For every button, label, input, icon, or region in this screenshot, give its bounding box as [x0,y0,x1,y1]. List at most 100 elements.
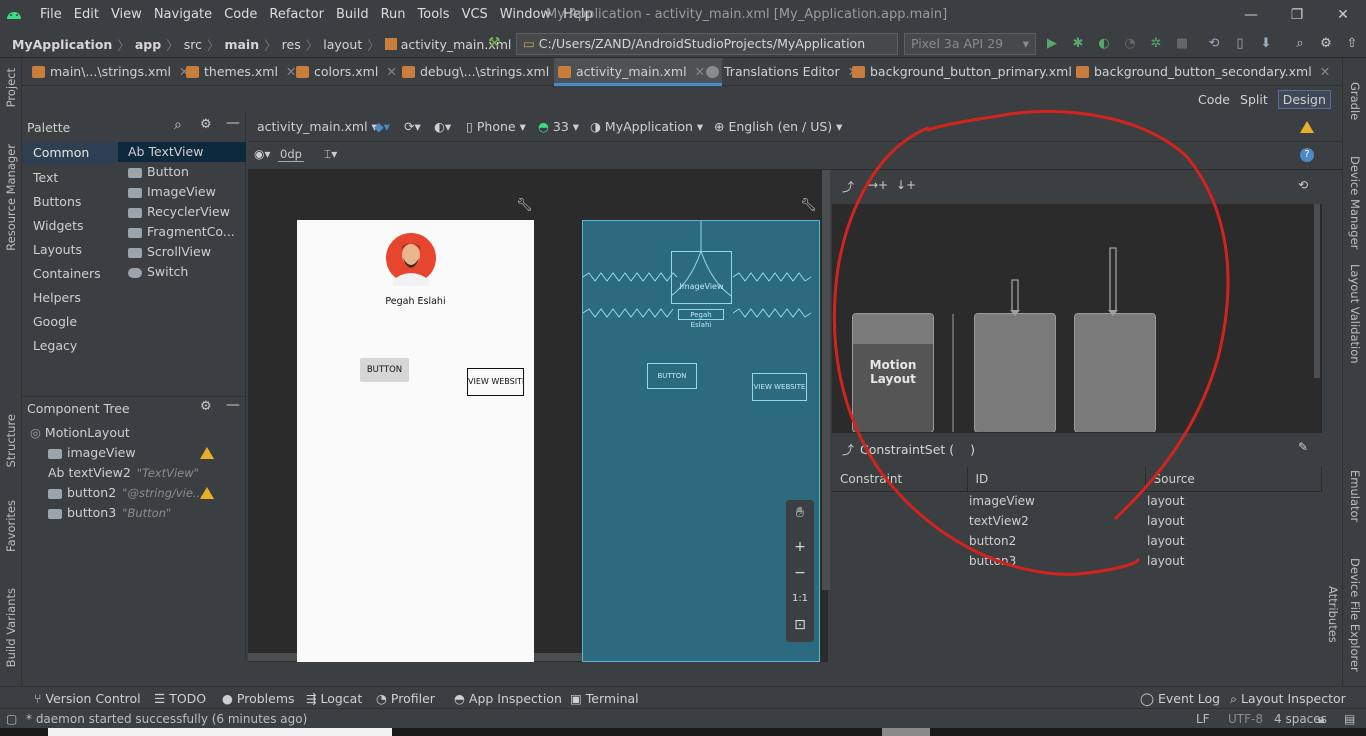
minimize-icon[interactable]: — [1228,0,1274,30]
theme-select[interactable]: ◑ MyApplication ▾ [590,119,703,134]
column-header-source[interactable]: Source [1145,467,1322,492]
palette-category-containers[interactable]: Containers [33,266,101,281]
run-icon[interactable]: ▶ [1042,34,1062,54]
api-level-select[interactable]: ◓ 33 ▾ [538,119,579,134]
menu-vcs[interactable]: VCS [456,0,494,30]
create-transition-icon[interactable]: →+ [868,178,888,192]
default-margin-input[interactable]: 0dp [278,147,304,162]
design-surface-icon[interactable]: ◆▾ [374,119,390,134]
tab-themes[interactable]: themes.xml ✕ [182,58,296,86]
zoom-to-fit-icon[interactable]: ⊡ [786,612,814,638]
avatar[interactable] [386,228,436,286]
favorites-tool-tab[interactable]: Favorites [4,500,18,552]
palette-category-common[interactable]: Common [22,142,118,164]
tree-item-imageview[interactable]: imageView [48,445,136,460]
blueprint-view-website[interactable]: VIEW WEBSITE [752,373,807,401]
event-log-tool-button[interactable]: ◯ Event Log [1140,691,1220,706]
tab-colors[interactable]: colors.xml ✕ [292,58,397,86]
menu-file[interactable]: File [34,0,68,30]
menu-edit[interactable]: Edit [68,0,105,30]
guidelines-icon[interactable]: ⌶▾ [324,147,337,162]
app-inspection-tool-button[interactable]: ◓ App Inspection [454,691,562,706]
palette-category-text[interactable]: Text [33,170,58,185]
create-click-handler-icon[interactable]: ↓+ [896,178,916,192]
palette-category-legacy[interactable]: Legacy [33,338,77,353]
close-window-icon[interactable]: ✕ [1320,0,1366,30]
lock-icon[interactable]: 🔒︎ [1318,712,1324,727]
problems-tool-button[interactable]: ● Problems [222,691,295,706]
palette-category-helpers[interactable]: Helpers [33,290,81,305]
toggle-tool-windows-icon[interactable]: ▢ [6,712,17,726]
debug-icon[interactable]: ✱ [1068,34,1088,54]
layout-file-select[interactable]: activity_main.xml ▾ [257,119,378,134]
zoom-in-button[interactable]: + [786,534,814,560]
crumb-main[interactable]: main [224,37,259,52]
tree-item-motionlayout[interactable]: ◎ MotionLayout [30,425,130,440]
column-header-constraint[interactable]: Constraint [832,467,968,492]
palette-item-textview[interactable]: Ab TextView [118,142,246,162]
warning-icon[interactable] [200,487,214,499]
menu-view[interactable]: View [105,0,148,30]
table-row[interactable]: button2 layout [832,531,1322,551]
palette-item-fragmentcontainer[interactable]: FragmentCo... [128,224,235,239]
build-variants-tool-tab[interactable]: Build Variants [4,588,18,667]
menu-tools[interactable]: Tools [412,0,456,30]
orientation-icon[interactable]: ⟳▾ [404,119,421,134]
crumb-res[interactable]: res [282,37,301,52]
tree-item-button3[interactable]: button3 "Button" [48,505,171,520]
todo-tool-button[interactable]: ☰ TODO [154,691,206,706]
preview-button[interactable]: BUTTON [360,358,409,382]
vertical-scrollbar[interactable] [822,170,830,590]
table-row[interactable]: imageView layout [832,491,1322,511]
wrench-icon[interactable]: 🔧︎ [800,198,817,213]
attributes-panel-tab[interactable]: Attributes [1326,586,1340,643]
menu-build[interactable]: Build [330,0,375,30]
constraintset-end-card[interactable] [1074,313,1156,433]
notifications-icon[interactable]: ▤ [1344,712,1355,726]
palette-category-widgets[interactable]: Widgets [33,218,84,233]
device-file-explorer-tool-tab[interactable]: Device File Explorer [1348,558,1362,672]
close-tab-icon[interactable]: ✕ [386,64,396,79]
gear-icon[interactable]: ⚙ [200,399,212,414]
table-row[interactable]: textView2 layout [832,511,1322,531]
layout-validation-tool-tab[interactable]: Layout Validation [1348,264,1362,364]
column-header-id[interactable]: ID [967,467,1146,492]
cycle-icon[interactable]: ⟲ [1298,178,1308,192]
gear-icon[interactable]: ⚙ [1316,34,1336,54]
wrench-icon[interactable]: 🔧︎ [516,198,533,213]
emulator-tool-tab[interactable]: Emulator [1348,470,1362,522]
split-mode-button[interactable]: Split [1240,92,1268,107]
tab-translations-editor[interactable]: Translations Editor✕ [702,58,858,86]
crumb-project[interactable]: MyApplication [12,37,112,52]
terminal-tool-button[interactable]: ▣ Terminal [570,691,639,706]
updates-icon[interactable]: ⇧ [1342,34,1362,54]
eye-icon[interactable]: ◉▾ [254,147,271,161]
tab-background-button-secondary[interactable]: background_button_secondary.xml ✕ [1072,58,1330,86]
design-mode-button[interactable]: Design [1277,89,1331,109]
stop-icon[interactable]: ■ [1172,34,1192,54]
crumb-src[interactable]: src [184,37,202,52]
night-mode-icon[interactable]: ◐▾ [434,119,451,134]
vertical-scrollbar[interactable] [1314,204,1320,378]
menu-code[interactable]: Code [218,0,263,30]
build-hammer-icon[interactable]: ⚒ [488,35,501,51]
search-icon[interactable]: ⌕ [1290,34,1310,54]
palette-item-scrollview[interactable]: ScrollView [128,244,211,259]
palette-category-buttons[interactable]: Buttons [33,194,81,209]
tab-main-strings[interactable]: main\...\strings.xml ✕ [28,58,189,86]
zoom-actual-size-button[interactable]: 1:1 [786,586,814,612]
profile-icon[interactable]: ◔ [1120,34,1140,54]
menu-refactor[interactable]: Refactor [263,0,330,30]
code-mode-button[interactable]: Code [1198,92,1230,107]
blueprint-imageview[interactable]: ImageView [671,251,732,304]
edit-pencil-icon[interactable]: ✎ [1298,440,1308,454]
close-tab-icon[interactable]: ✕ [1320,64,1330,79]
hide-panel-icon[interactable]: — [226,115,240,131]
palette-category-layouts[interactable]: Layouts [33,242,82,257]
run-configuration-select[interactable]: ▭ C:/Users/ZAND/AndroidStudioProjects/My… [516,33,898,71]
locale-select[interactable]: ⊕ English (en / US) ▾ [714,119,842,134]
device-manager-icon[interactable]: ▯ [1230,34,1250,54]
palette-item-button[interactable]: Button [128,164,189,179]
palette-item-imageview[interactable]: ImageView [128,184,216,199]
blueprint-textview[interactable]: Pegah Eslahi [678,309,724,329]
